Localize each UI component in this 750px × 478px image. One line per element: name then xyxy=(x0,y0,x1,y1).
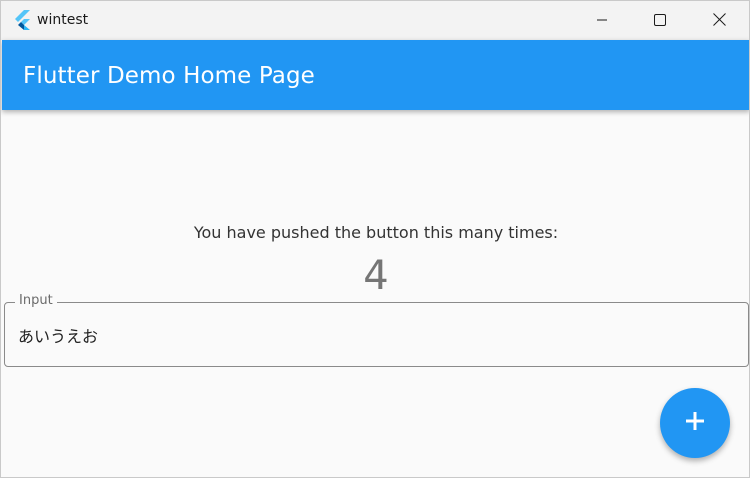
input-field[interactable]: Input xyxy=(4,293,749,367)
text-input[interactable] xyxy=(18,322,718,348)
close-button[interactable] xyxy=(690,1,748,40)
minimize-icon xyxy=(596,11,608,30)
window-title: wintest xyxy=(37,12,89,28)
app-window: wintest Flutter Demo Home Page You have … xyxy=(0,0,750,478)
flutter-logo-icon xyxy=(13,10,31,30)
maximize-icon xyxy=(654,11,666,30)
counter-value: 4 xyxy=(363,253,389,299)
minimize-button[interactable] xyxy=(573,1,631,40)
app-bar: Flutter Demo Home Page xyxy=(2,40,749,110)
title-bar[interactable]: wintest xyxy=(1,1,749,40)
page-title: Flutter Demo Home Page xyxy=(23,63,315,89)
plus-icon xyxy=(684,410,706,436)
maximize-button[interactable] xyxy=(631,1,689,40)
increment-button[interactable] xyxy=(660,388,730,458)
input-label: Input xyxy=(15,293,57,308)
counter-label: You have pushed the button this many tim… xyxy=(193,223,559,242)
close-icon xyxy=(712,11,726,30)
